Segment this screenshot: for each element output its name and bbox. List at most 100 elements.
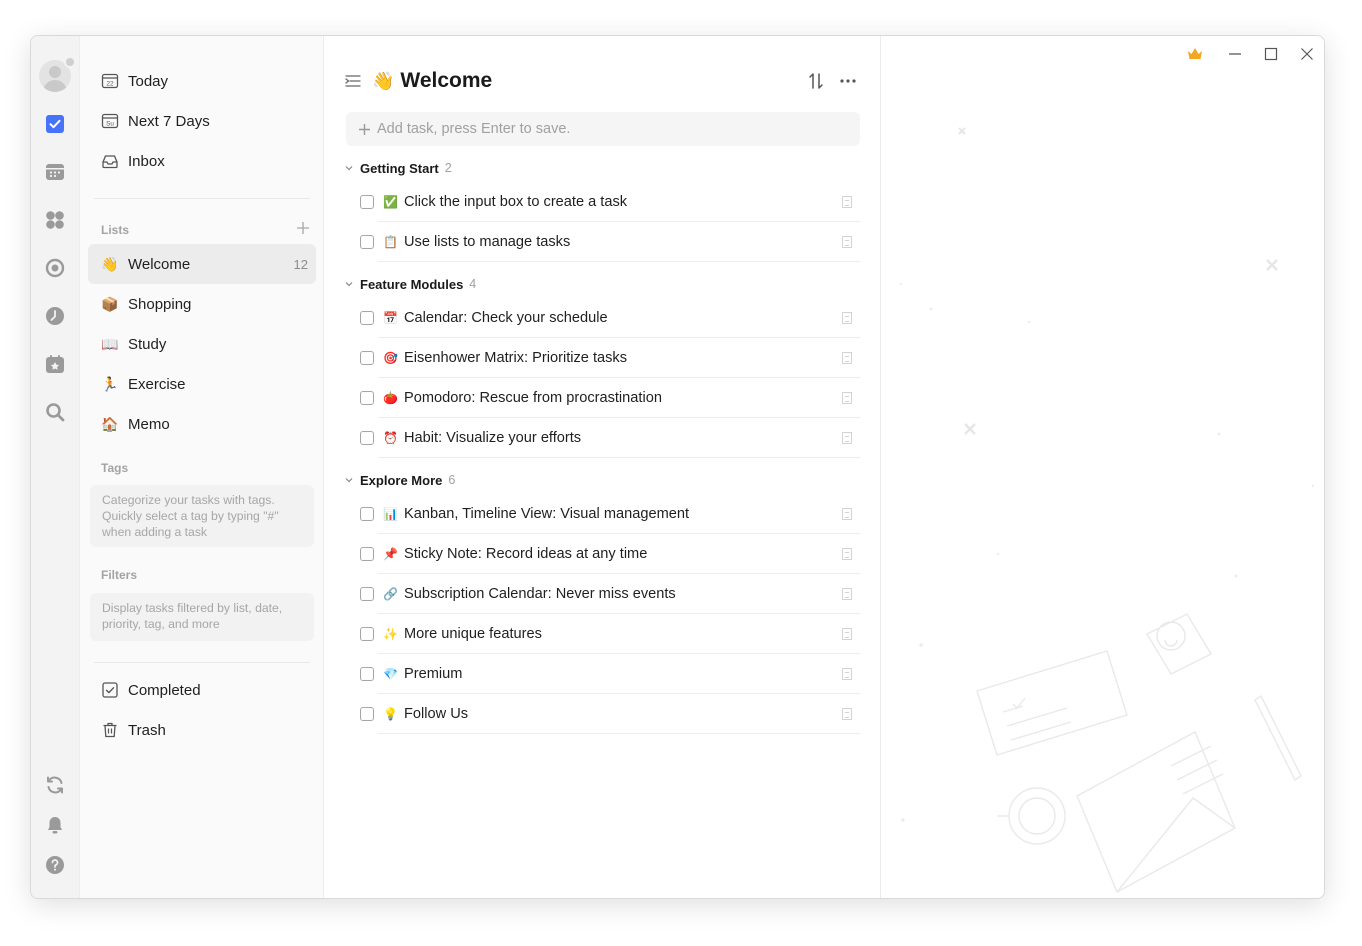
task-checkbox[interactable] bbox=[360, 507, 374, 521]
chevron-down-icon bbox=[344, 279, 354, 289]
task-title[interactable]: Kanban, Timeline View: Visual management bbox=[404, 506, 689, 522]
task-emoji-icon: 🍅 bbox=[383, 391, 398, 405]
task-checkbox[interactable] bbox=[360, 391, 374, 405]
add-task-placeholder: Add task, press Enter to save. bbox=[377, 121, 571, 137]
sidebar-item-inbox[interactable]: Inbox bbox=[88, 141, 316, 181]
list-count: 12 bbox=[293, 256, 308, 272]
task-row[interactable]: 💡 Follow Us bbox=[360, 694, 860, 734]
task-row[interactable]: 🔗 Subscription Calendar: Never miss even… bbox=[360, 574, 860, 614]
lists-header[interactable]: Lists bbox=[101, 223, 129, 237]
sidebar-toggle-icon[interactable] bbox=[344, 72, 362, 90]
task-checkbox[interactable] bbox=[360, 587, 374, 601]
task-title[interactable]: Pomodoro: Rescue from procrastination bbox=[404, 390, 662, 406]
calendar-icon[interactable] bbox=[44, 161, 66, 183]
add-task-input[interactable]: Add task, press Enter to save. bbox=[346, 112, 860, 146]
sidebar-item-shopping[interactable]: 📦 Shopping bbox=[88, 284, 316, 324]
divider bbox=[94, 662, 310, 663]
task-row[interactable]: 🍅 Pomodoro: Rescue from procrastination bbox=[360, 378, 860, 418]
task-emoji-icon: 📊 bbox=[383, 507, 398, 521]
sidebar-item-memo[interactable]: 🏠 Memo bbox=[88, 404, 316, 444]
task-checkbox[interactable] bbox=[360, 311, 374, 325]
sidebar-item-completed[interactable]: Completed bbox=[88, 670, 316, 710]
avatar-status-icon bbox=[64, 56, 76, 68]
filters-header[interactable]: Filters bbox=[101, 568, 137, 582]
group-header-getting-start[interactable]: Getting Start 2 bbox=[344, 158, 452, 178]
minimize-icon[interactable] bbox=[1225, 44, 1245, 64]
sidebar-item-welcome[interactable]: 👋 Welcome 12 bbox=[88, 244, 316, 284]
list-emoji-icon: 🏃 bbox=[101, 375, 119, 392]
task-list-panel: 👋 Welcome Add task, press Enter to save.… bbox=[324, 36, 881, 898]
task-title[interactable]: Follow Us bbox=[404, 706, 468, 722]
task-row[interactable]: 📌 Sticky Note: Record ideas at any time bbox=[360, 534, 860, 574]
filters-hint: Display tasks filtered by list, date, pr… bbox=[90, 593, 314, 641]
task-title[interactable]: Premium bbox=[404, 666, 462, 682]
task-checkbox[interactable] bbox=[360, 235, 374, 249]
clock-icon[interactable] bbox=[44, 305, 66, 327]
check-square-icon[interactable] bbox=[44, 113, 66, 135]
sidebar-item-study[interactable]: 📖 Study bbox=[88, 324, 316, 364]
more-options-icon[interactable] bbox=[838, 71, 858, 91]
tags-header[interactable]: Tags bbox=[101, 461, 128, 475]
close-icon[interactable] bbox=[1297, 44, 1317, 64]
task-row[interactable]: 📋 Use lists to manage tasks bbox=[360, 222, 860, 262]
task-checkbox[interactable] bbox=[360, 667, 374, 681]
svg-text:Su: Su bbox=[106, 120, 114, 127]
task-checkbox[interactable] bbox=[360, 195, 374, 209]
task-checkbox[interactable] bbox=[360, 707, 374, 721]
task-row[interactable]: 📊 Kanban, Timeline View: Visual manageme… bbox=[360, 494, 860, 534]
task-row[interactable]: 💎 Premium bbox=[360, 654, 860, 694]
premium-crown-icon[interactable] bbox=[1185, 44, 1205, 64]
divider bbox=[378, 457, 860, 458]
note-icon bbox=[842, 236, 852, 248]
sidebar-item-label: Study bbox=[128, 335, 167, 353]
calendar-week-icon: Su bbox=[101, 112, 119, 130]
bell-icon[interactable] bbox=[44, 814, 66, 836]
group-header-explore-more[interactable]: Explore More 6 bbox=[344, 470, 455, 490]
task-title[interactable]: Click the input box to create a task bbox=[404, 194, 627, 210]
note-icon bbox=[842, 392, 852, 404]
trash-icon bbox=[101, 721, 119, 739]
task-row[interactable]: 📅 Calendar: Check your schedule bbox=[360, 298, 860, 338]
add-list-button[interactable] bbox=[295, 221, 311, 237]
pomodoro-icon[interactable] bbox=[44, 257, 66, 279]
task-row[interactable]: ✨ More unique features bbox=[360, 614, 860, 654]
habit-icon[interactable] bbox=[44, 353, 66, 375]
task-checkbox[interactable] bbox=[360, 627, 374, 641]
task-title[interactable]: Calendar: Check your schedule bbox=[404, 310, 608, 326]
task-row[interactable]: 🎯 Eisenhower Matrix: Prioritize tasks bbox=[360, 338, 860, 378]
page-title: Welcome bbox=[400, 69, 493, 92]
sidebar-item-next-7-days[interactable]: Su Next 7 Days bbox=[88, 101, 316, 141]
task-emoji-icon: 📅 bbox=[383, 311, 398, 325]
task-title[interactable]: Habit: Visualize your efforts bbox=[404, 430, 581, 446]
divider bbox=[378, 261, 860, 262]
task-title[interactable]: Sticky Note: Record ideas at any time bbox=[404, 546, 647, 562]
sidebar-item-label: Exercise bbox=[128, 375, 186, 393]
task-title[interactable]: Subscription Calendar: Never miss events bbox=[404, 586, 676, 602]
task-checkbox[interactable] bbox=[360, 431, 374, 445]
note-icon bbox=[842, 196, 852, 208]
task-title[interactable]: More unique features bbox=[404, 626, 542, 642]
sidebar-item-today[interactable]: 22 Today bbox=[88, 61, 316, 101]
task-title[interactable]: Eisenhower Matrix: Prioritize tasks bbox=[404, 350, 627, 366]
task-row[interactable]: ✅ Click the input box to create a task bbox=[360, 182, 860, 222]
sidebar-item-label: Trash bbox=[128, 721, 166, 739]
search-icon[interactable] bbox=[44, 401, 66, 423]
sync-icon[interactable] bbox=[44, 774, 66, 796]
sort-icon[interactable] bbox=[806, 71, 826, 91]
help-icon[interactable] bbox=[44, 854, 66, 876]
matrix-icon[interactable] bbox=[44, 209, 66, 231]
group-header-feature-modules[interactable]: Feature Modules 4 bbox=[344, 274, 476, 294]
sidebar-item-exercise[interactable]: 🏃 Exercise bbox=[88, 364, 316, 404]
task-checkbox[interactable] bbox=[360, 547, 374, 561]
task-emoji-icon: ✅ bbox=[383, 195, 398, 209]
chevron-down-icon bbox=[344, 163, 354, 173]
sidebar-item-trash[interactable]: Trash bbox=[88, 710, 316, 750]
svg-text:22: 22 bbox=[106, 80, 114, 87]
task-checkbox[interactable] bbox=[360, 351, 374, 365]
maximize-icon[interactable] bbox=[1261, 44, 1281, 64]
nav-rail bbox=[31, 36, 80, 898]
task-row[interactable]: ⏰ Habit: Visualize your efforts bbox=[360, 418, 860, 458]
note-icon bbox=[842, 312, 852, 324]
title-emoji: 👋 bbox=[372, 70, 395, 91]
task-title[interactable]: Use lists to manage tasks bbox=[404, 234, 570, 250]
